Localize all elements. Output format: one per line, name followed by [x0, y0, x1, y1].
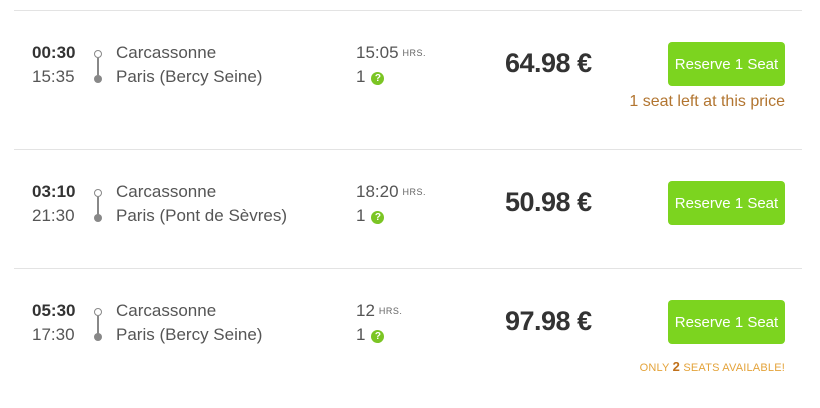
destination-dot-icon	[94, 333, 102, 341]
origin-dot-icon	[94, 189, 102, 197]
duration-unit: HRS.	[402, 48, 427, 58]
trip-stations: Carcassonne Paris (Bercy Seine)	[116, 41, 262, 89]
duration-value: 18:20	[356, 182, 399, 201]
route-line-icon	[92, 48, 104, 88]
origin-station: Carcassonne	[116, 301, 217, 320]
origin-dot-icon	[94, 50, 102, 58]
arrival-time: 17:30	[32, 325, 75, 344]
trip-duration: 15:05 HRS. 1?	[356, 41, 426, 89]
price-notice: 1 seat left at this price	[629, 93, 785, 110]
availability-suffix: SEATS AVAILABLE!	[683, 362, 785, 374]
departure-time: 05:30	[32, 301, 76, 320]
availability-count: 2	[672, 359, 681, 374]
duration-unit: HRS.	[402, 187, 427, 197]
duration-unit: HRS.	[378, 306, 403, 316]
trip-row: 05:30 17:30 Carcassonne Paris (Bercy Sei…	[0, 269, 820, 387]
transfers-count: 1	[356, 67, 366, 86]
availability-prefix: ONLY	[639, 362, 670, 374]
reserve-seat-button[interactable]: Reserve 1 Seat	[668, 300, 785, 344]
reserve-seat-button[interactable]: Reserve 1 Seat	[668, 181, 785, 225]
departure-time: 00:30	[32, 43, 76, 62]
help-icon[interactable]: ?	[371, 211, 385, 224]
destination-dot-icon	[94, 75, 102, 83]
destination-station: Paris (Bercy Seine)	[116, 67, 263, 86]
route-line-icon	[92, 187, 104, 227]
destination-dot-icon	[94, 214, 102, 222]
arrival-time: 21:30	[32, 206, 75, 225]
origin-station: Carcassonne	[116, 43, 217, 62]
trip-duration: 18:20 HRS. 1?	[356, 180, 426, 228]
transfers-count: 1	[356, 206, 366, 225]
help-icon[interactable]: ?	[371, 330, 385, 343]
reserve-seat-button[interactable]: Reserve 1 Seat	[668, 42, 785, 86]
destination-station: Paris (Bercy Seine)	[116, 325, 263, 344]
route-stem	[97, 197, 99, 215]
departure-time: 03:10	[32, 182, 76, 201]
trip-price: 97.98 €	[505, 306, 592, 336]
route-stem	[97, 316, 99, 334]
trip-stations: Carcassonne Paris (Pont de Sèvres)	[116, 180, 287, 228]
trip-times: 05:30 17:30	[32, 299, 75, 347]
trip-times: 03:10 21:30	[32, 180, 75, 228]
trip-duration: 12 HRS. 1?	[356, 299, 402, 347]
trip-times: 00:30 15:35	[32, 41, 75, 89]
route-stem	[97, 58, 99, 76]
origin-dot-icon	[94, 308, 102, 316]
duration-value: 12	[356, 301, 375, 320]
origin-station: Carcassonne	[116, 182, 217, 201]
duration-value: 15:05	[356, 43, 399, 62]
route-line-icon	[92, 306, 104, 346]
seats-available-notice: ONLY 2 SEATS AVAILABLE!	[640, 359, 785, 374]
trip-stations: Carcassonne Paris (Bercy Seine)	[116, 299, 262, 347]
trip-row: 03:10 21:30 Carcassonne Paris (Pont de S…	[0, 150, 820, 268]
trip-results-list: 00:30 15:35 Carcassonne Paris (Bercy Sei…	[0, 0, 820, 408]
transfers-count: 1	[356, 325, 366, 344]
destination-station: Paris (Pont de Sèvres)	[116, 206, 288, 225]
help-icon[interactable]: ?	[371, 72, 385, 85]
arrival-time: 15:35	[32, 67, 75, 86]
trip-price: 50.98 €	[505, 187, 592, 217]
trip-row: 00:30 15:35 Carcassonne Paris (Bercy Sei…	[0, 11, 820, 129]
trip-price: 64.98 €	[505, 48, 592, 78]
